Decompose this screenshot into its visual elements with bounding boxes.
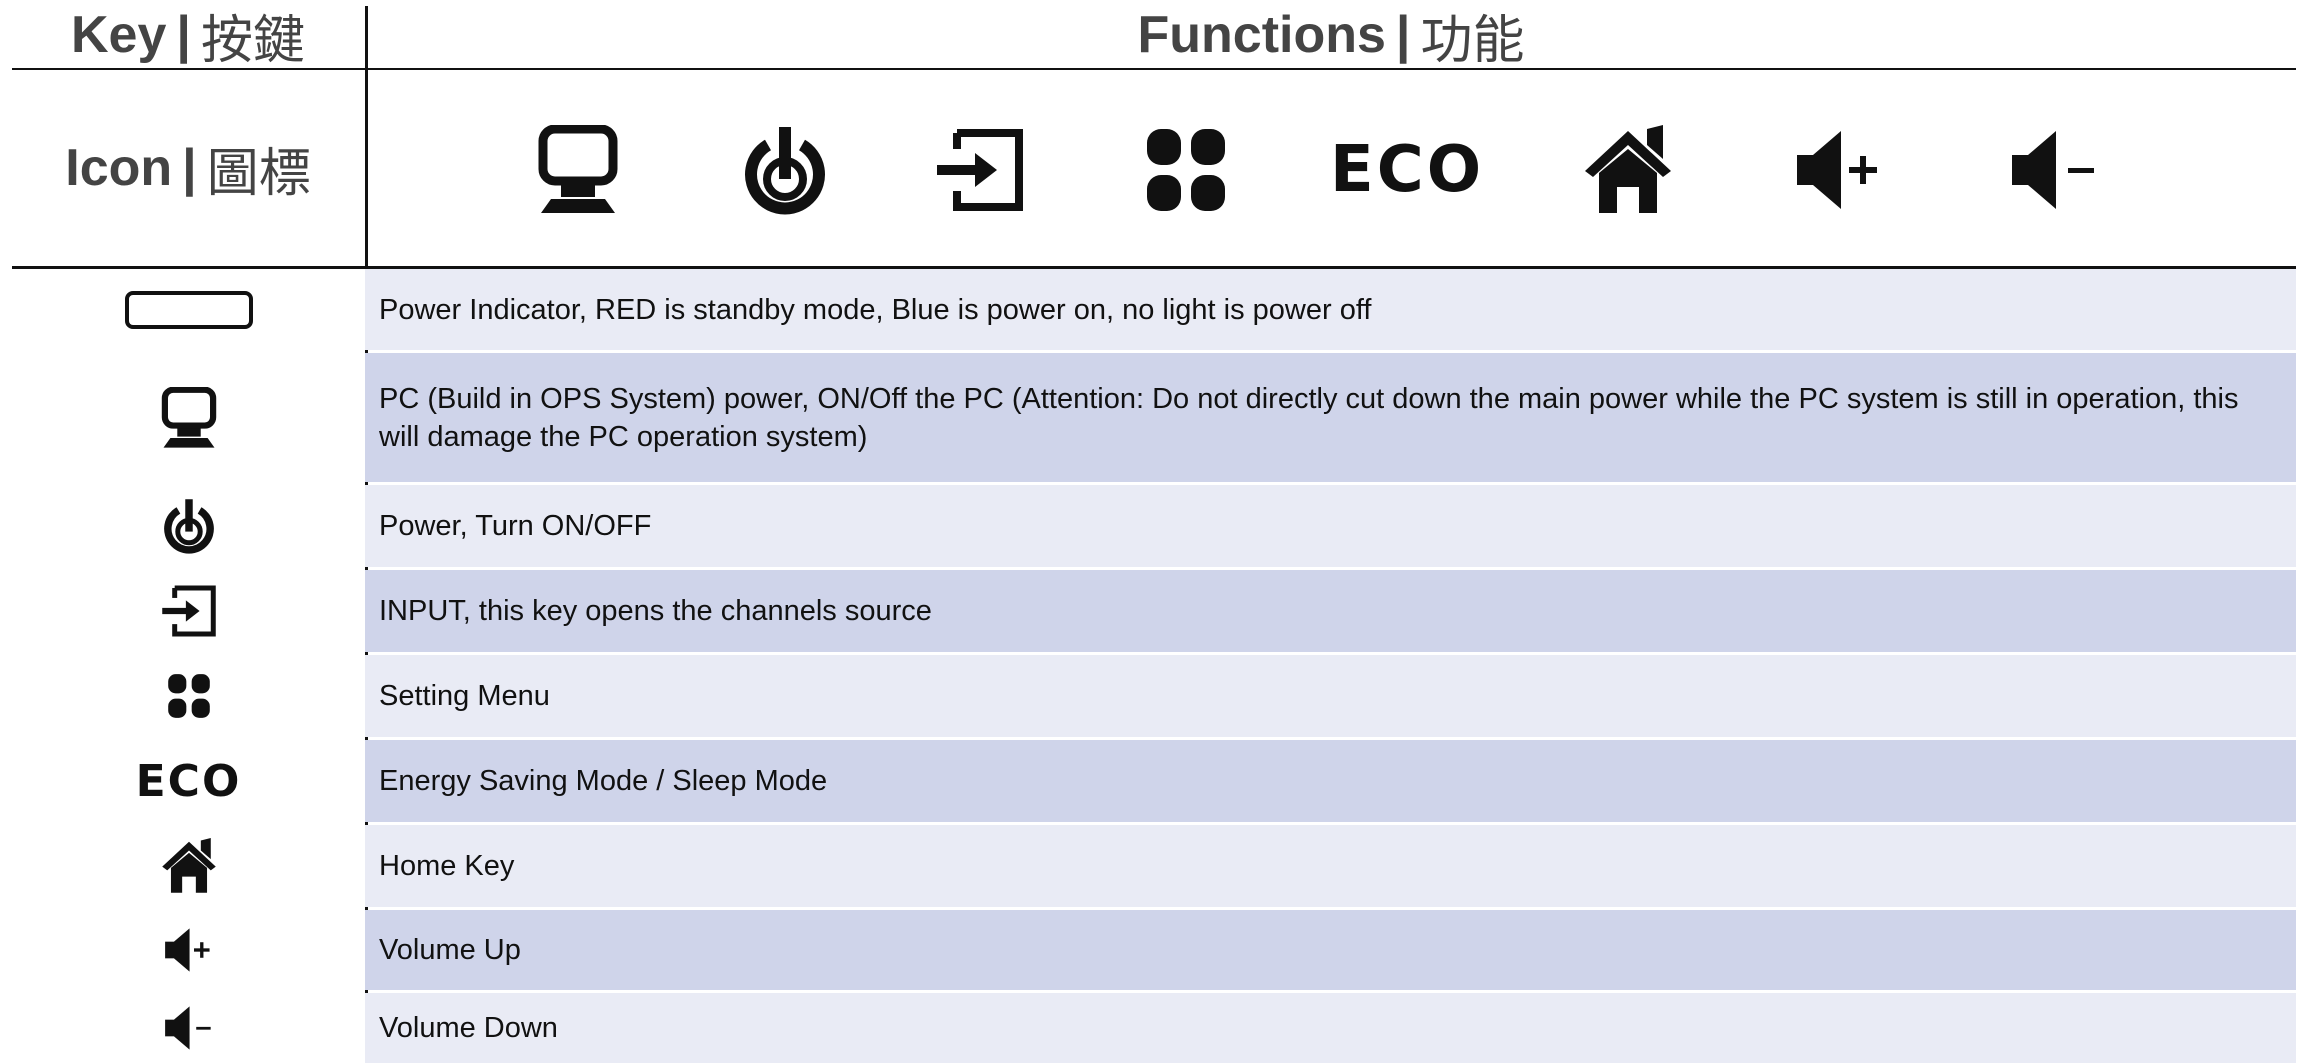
table-row: INPUT, this key opens the channels sourc… bbox=[12, 570, 2296, 652]
volume-up-icon bbox=[1795, 125, 1885, 215]
pc-monitor-icon bbox=[533, 125, 623, 215]
table-row: Power Indicator, RED is standby mode, Bl… bbox=[12, 269, 2296, 350]
table-row: Setting Menu bbox=[12, 655, 2296, 737]
key-cell: ECO bbox=[12, 740, 365, 822]
key-header-zh: 按鍵 bbox=[200, 10, 305, 71]
table-row: Volume Up bbox=[12, 910, 2296, 990]
row-description: Home Key bbox=[365, 825, 2296, 907]
key-header-en: Key bbox=[71, 6, 167, 64]
volume-down-icon bbox=[2010, 125, 2100, 215]
key-cell bbox=[12, 485, 365, 567]
input-source-icon bbox=[930, 125, 1030, 215]
row-description: Energy Saving Mode / Sleep Mode bbox=[365, 740, 2296, 822]
key-cell bbox=[12, 655, 365, 737]
row-description: Volume Down bbox=[365, 993, 2296, 1063]
row-description: PC (Build in OPS System) power, ON/Off t… bbox=[365, 353, 2296, 482]
row-description: Power, Turn ON/OFF bbox=[365, 485, 2296, 567]
power-indicator-icon bbox=[124, 290, 253, 329]
key-cell bbox=[12, 910, 365, 990]
row-description: INPUT, this key opens the channels sourc… bbox=[365, 570, 2296, 652]
table-row: Home Key bbox=[12, 825, 2296, 907]
power-icon bbox=[161, 497, 217, 555]
table-row: ECO Energy Saving Mode / Sleep Mode bbox=[12, 740, 2296, 822]
icon-label-zh: 圖標 bbox=[206, 143, 311, 204]
row-description: Volume Up bbox=[365, 910, 2296, 990]
key-cell bbox=[12, 825, 365, 907]
icon-overview-strip: ECO bbox=[368, 70, 2296, 266]
icon-label-en: Icon bbox=[65, 139, 173, 197]
functions-header-separator: | bbox=[1395, 6, 1411, 64]
key-cell bbox=[12, 993, 365, 1063]
icon-label-separator: | bbox=[182, 139, 197, 197]
table-row: Volume Down bbox=[12, 993, 2296, 1063]
home-icon bbox=[1583, 125, 1673, 215]
menu-icon bbox=[1141, 125, 1231, 215]
table-row: Power, Turn ON/OFF bbox=[12, 485, 2296, 567]
key-cell bbox=[12, 269, 365, 350]
table-row: PC (Build in OPS System) power, ON/Off t… bbox=[12, 353, 2296, 482]
volume-up-icon bbox=[160, 925, 218, 975]
pc-monitor-icon bbox=[158, 384, 220, 452]
key-cell bbox=[12, 570, 365, 652]
eco-icon: ECO bbox=[135, 755, 242, 807]
row-description: Power Indicator, RED is standby mode, Bl… bbox=[365, 269, 2296, 350]
functions-header-en: Functions bbox=[1137, 6, 1386, 64]
functions-header-zh: 功能 bbox=[1420, 10, 1525, 71]
key-cell bbox=[12, 353, 365, 482]
menu-icon bbox=[164, 672, 214, 720]
key-header-separator: | bbox=[176, 6, 191, 64]
key-column-header: Key | 按鍵 bbox=[12, 0, 364, 71]
power-icon bbox=[740, 125, 830, 215]
input-source-icon bbox=[154, 583, 224, 639]
icon-row-label: Icon | 圖標 bbox=[12, 70, 364, 266]
row-description: Setting Menu bbox=[365, 655, 2296, 737]
volume-down-icon bbox=[160, 1003, 218, 1053]
eco-icon: ECO bbox=[1330, 133, 1485, 207]
functions-column-header: Functions | 功能 bbox=[367, 0, 2295, 71]
home-icon bbox=[161, 837, 217, 895]
